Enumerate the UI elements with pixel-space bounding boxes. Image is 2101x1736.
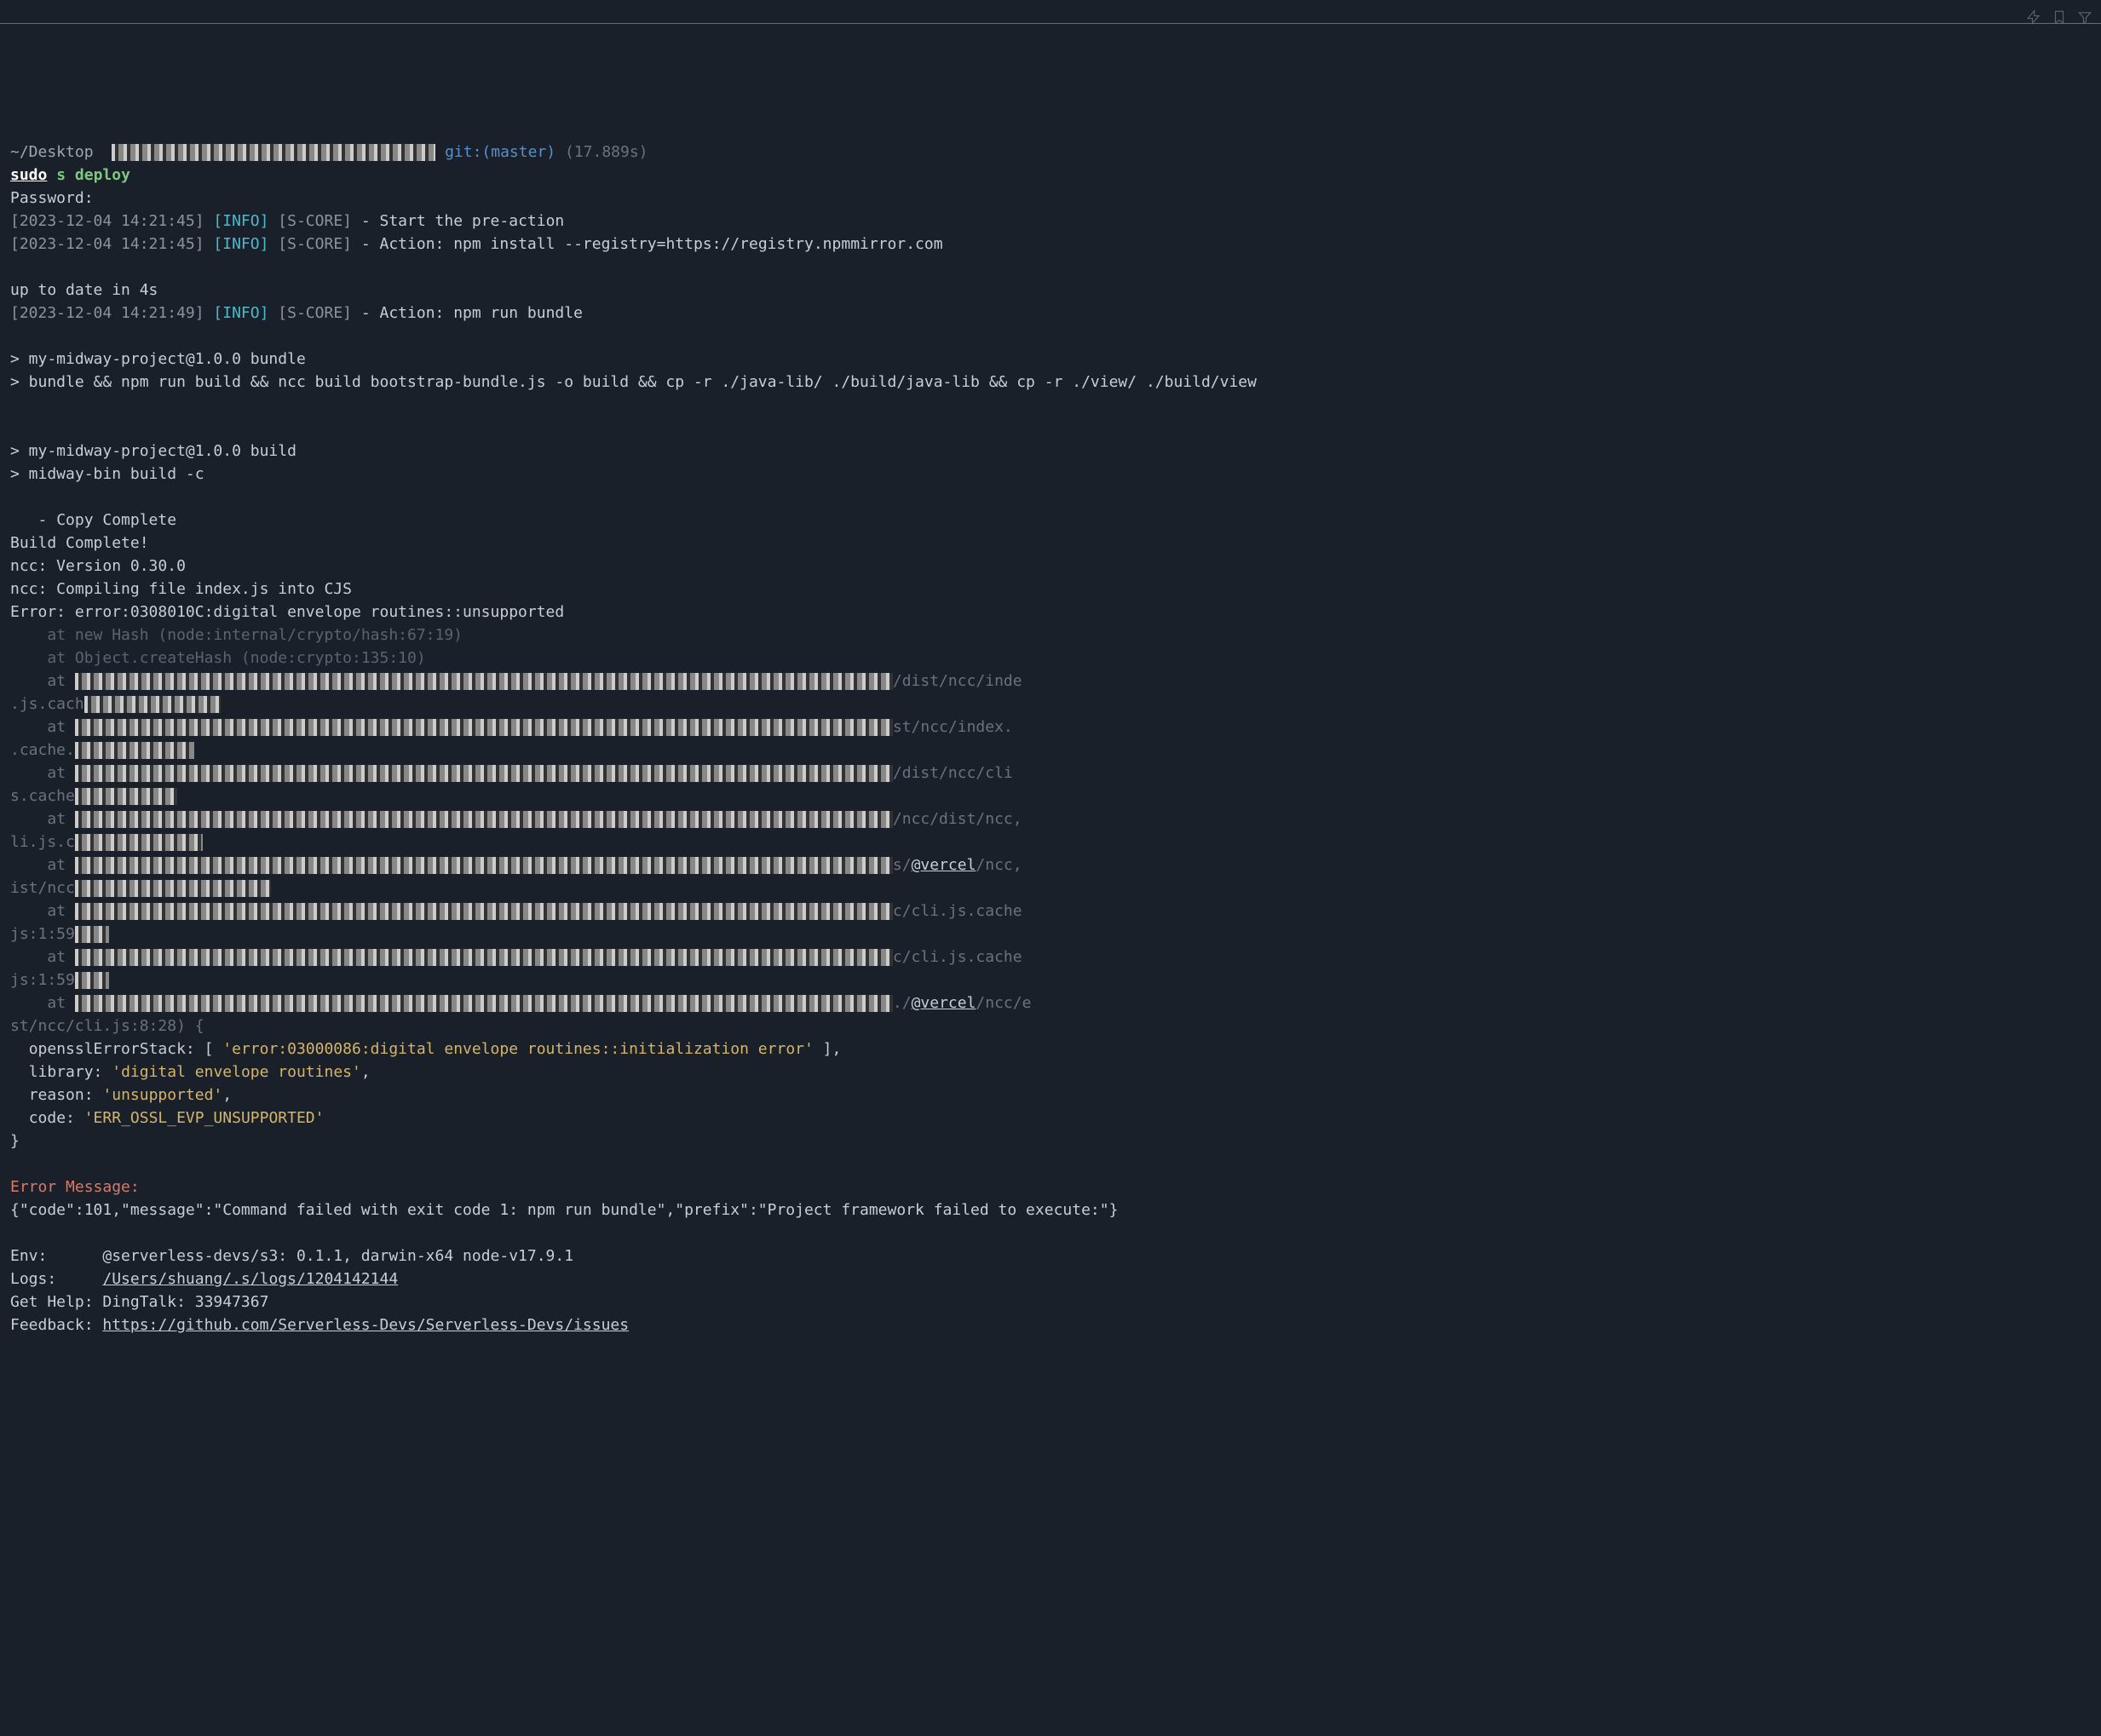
log-msg: - Action: npm install --registry=https:/… bbox=[352, 235, 943, 253]
censored bbox=[75, 811, 893, 828]
npm-script-cmd: > midway-bin build -c bbox=[10, 465, 204, 483]
stack-cont: s.cache bbox=[10, 787, 75, 805]
stack-tail: /ncc/e bbox=[976, 994, 1031, 1012]
ncc-compile: ncc: Compiling file index.js into CJS bbox=[10, 580, 352, 598]
feedback-label: Feedback: bbox=[10, 1316, 102, 1334]
log-ts: [2023-12-04 14:21:45] bbox=[10, 212, 204, 230]
lightning-icon[interactable] bbox=[2026, 9, 2041, 32]
log-msg: - Action: npm run bundle bbox=[352, 304, 583, 322]
error-main: Error: error:0308010C:digital envelope r… bbox=[10, 603, 564, 621]
log-mod: [S-CORE] bbox=[278, 304, 352, 322]
ossl-label: opensslErrorStack: [ bbox=[10, 1040, 222, 1058]
censored bbox=[75, 857, 893, 874]
log-mod: [S-CORE] bbox=[278, 212, 352, 230]
bookmark-icon[interactable] bbox=[2052, 9, 2067, 32]
vercel-link[interactable]: @vercel bbox=[912, 856, 976, 874]
password-prompt: Password: bbox=[10, 189, 94, 207]
terminal-output[interactable]: ~/Desktop git:(master) (17.889s) sudo s … bbox=[10, 141, 2092, 1336]
logs-label: Logs: bbox=[10, 1270, 102, 1288]
stack-at: at bbox=[10, 948, 75, 966]
git-branch: git:(master) bbox=[445, 143, 555, 161]
feedback-link[interactable]: https://github.com/Serverless-Devs/Serve… bbox=[102, 1316, 629, 1334]
log-ts: [2023-12-04 14:21:45] bbox=[10, 235, 204, 253]
cmd-deploy: deploy bbox=[75, 166, 130, 184]
censored bbox=[75, 926, 109, 943]
filter-icon[interactable] bbox=[2077, 9, 2092, 32]
log-ts: [2023-12-04 14:21:49] bbox=[10, 304, 204, 322]
censored bbox=[75, 719, 893, 736]
censored bbox=[75, 834, 203, 851]
reason-val: 'unsupported' bbox=[102, 1086, 222, 1104]
library-label: library: bbox=[10, 1063, 112, 1081]
cmd-sudo: sudo bbox=[10, 166, 47, 184]
stack-cont: .js.cach bbox=[10, 695, 84, 713]
censored-path bbox=[112, 144, 435, 161]
stack-at: at bbox=[10, 764, 75, 782]
stack-tail: c/cli.js.cache bbox=[893, 948, 1022, 966]
npm-uptodate: up to date in 4s bbox=[10, 281, 158, 299]
censored bbox=[75, 949, 893, 966]
stack-tail: /dist/ncc/cli bbox=[893, 764, 1013, 782]
stack-tail: c/cli.js.cache bbox=[893, 902, 1022, 920]
code-val: 'ERR_OSSL_EVP_UNSUPPORTED' bbox=[84, 1109, 325, 1127]
stack-tail: st/ncc/index. bbox=[893, 718, 1013, 736]
prompt-path: ~/Desktop bbox=[10, 143, 94, 161]
censored bbox=[75, 788, 177, 805]
stack-cont: st/ncc/cli.js:8:28) { bbox=[10, 1017, 204, 1035]
censored bbox=[75, 903, 893, 920]
timing: (17.889s) bbox=[565, 143, 648, 161]
help-label: Get Help: bbox=[10, 1293, 102, 1311]
censored bbox=[75, 673, 893, 690]
build-complete: Build Complete! bbox=[10, 534, 149, 552]
stack-cont: ist/ncc bbox=[10, 879, 75, 897]
stack-at: at bbox=[10, 810, 75, 828]
stack-at: at bbox=[10, 902, 75, 920]
stack-line: at Object.createHash (node:crypto:135:10… bbox=[10, 649, 426, 667]
cmd-s: s bbox=[56, 166, 66, 184]
censored bbox=[75, 995, 893, 1012]
log-mod: [S-CORE] bbox=[278, 235, 352, 253]
reason-label: reason: bbox=[10, 1086, 102, 1104]
error-message-body: {"code":101,"message":"Command failed wi… bbox=[10, 1201, 1118, 1219]
logs-link[interactable]: /Users/shuang/.s/logs/1204142144 bbox=[102, 1270, 398, 1288]
censored bbox=[75, 742, 194, 759]
stack-at: at bbox=[10, 856, 75, 874]
error-message-label: Error Message: bbox=[10, 1178, 140, 1196]
censored bbox=[75, 972, 109, 989]
help-val: DingTalk: 33947367 bbox=[102, 1293, 268, 1311]
npm-script-cmd: > bundle && npm run build && ncc build b… bbox=[10, 373, 1257, 391]
env-val: @serverless-devs/s3: 0.1.1, darwin-x64 n… bbox=[102, 1247, 573, 1265]
stack-cont: js:1:59 bbox=[10, 925, 75, 943]
censored bbox=[75, 765, 893, 782]
npm-script-header: > my-midway-project@1.0.0 bundle bbox=[10, 350, 306, 368]
log-msg: - Start the pre-action bbox=[352, 212, 564, 230]
npm-script-header: > my-midway-project@1.0.0 build bbox=[10, 442, 296, 460]
log-level: [INFO] bbox=[213, 304, 268, 322]
stack-at: at bbox=[10, 718, 75, 736]
censored bbox=[75, 880, 271, 897]
ossl-val: 'error:03000086:digital envelope routine… bbox=[222, 1040, 814, 1058]
library-val: 'digital envelope routines' bbox=[112, 1063, 361, 1081]
stack-at: at bbox=[10, 994, 75, 1012]
stack-at: at bbox=[10, 672, 75, 690]
log-level: [INFO] bbox=[213, 235, 268, 253]
censored bbox=[84, 696, 221, 713]
stack-line: at new Hash (node:internal/crypto/hash:6… bbox=[10, 626, 463, 644]
code-label: code: bbox=[10, 1109, 84, 1127]
log-level: [INFO] bbox=[213, 212, 268, 230]
stack-cont: .cache. bbox=[10, 741, 75, 759]
copy-complete: - Copy Complete bbox=[10, 511, 176, 529]
env-label: Env: bbox=[10, 1247, 102, 1265]
stack-tail: /ncc/dist/ncc, bbox=[893, 810, 1022, 828]
stack-cont: li.js.c bbox=[10, 833, 75, 851]
ncc-version: ncc: Version 0.30.0 bbox=[10, 557, 186, 575]
stack-cont: js:1:59 bbox=[10, 971, 75, 989]
stack-tail: /dist/ncc/inde bbox=[893, 672, 1022, 690]
vercel-link[interactable]: @vercel bbox=[912, 994, 976, 1012]
stack-tail: /ncc, bbox=[976, 856, 1022, 874]
close-brace: } bbox=[10, 1132, 20, 1150]
